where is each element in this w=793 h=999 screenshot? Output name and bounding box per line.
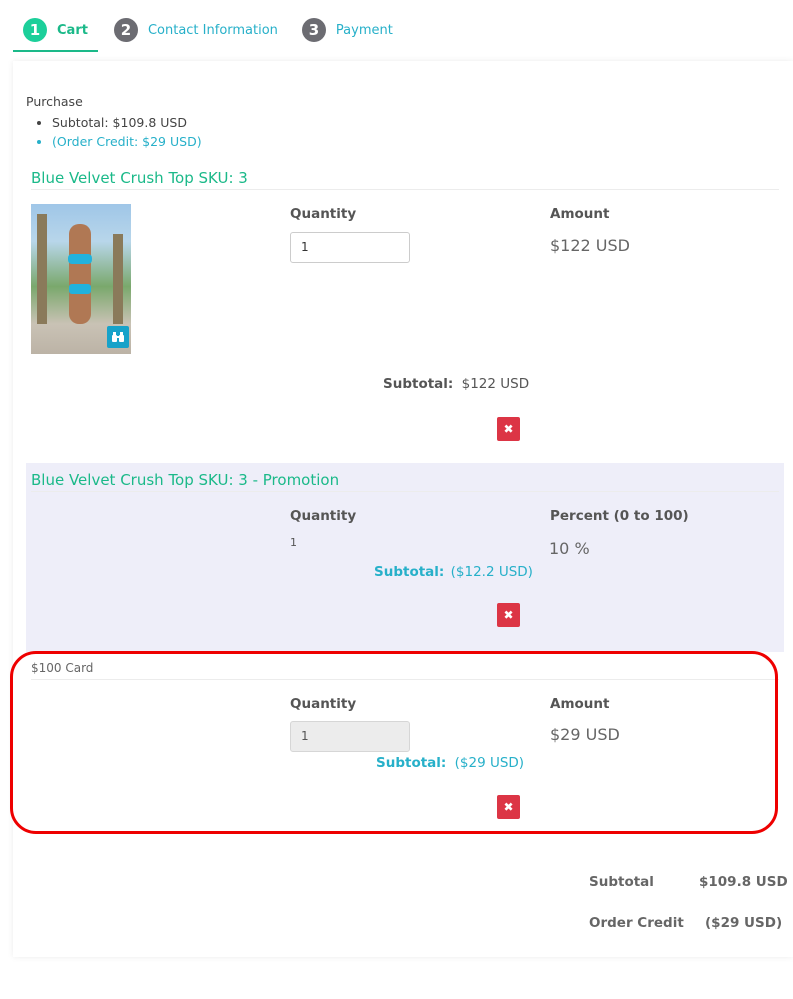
zoom-binoculars-icon[interactable] <box>107 326 129 348</box>
amount-label: Amount <box>550 206 610 222</box>
purchase-order-credit: (Order Credit: $29 USD) <box>52 132 202 151</box>
totals-subtotal-value: $109.8 USD <box>699 874 788 890</box>
model-figure <box>69 224 91 324</box>
remove-promotion-button[interactable]: ✖ <box>497 603 520 627</box>
x-icon: ✖ <box>503 608 514 622</box>
step-payment[interactable]: 3 Payment <box>292 18 403 50</box>
purchase-list: Subtotal: $109.8 USD (Order Credit: $29 … <box>52 113 202 151</box>
totals-credit-value: ($29 USD) <box>705 915 783 931</box>
subtotal-value: ($12.2 USD) <box>450 564 533 580</box>
quantity-label: Quantity <box>290 508 357 524</box>
percent-value: 10 % <box>549 539 590 558</box>
bikini-top <box>68 254 92 264</box>
purchase-summary: Purchase Subtotal: $109.8 USD (Order Cre… <box>26 94 202 151</box>
bikini-bottom <box>69 284 91 294</box>
purchase-heading: Purchase <box>26 94 83 109</box>
step-label-payment: Payment <box>335 22 393 38</box>
step-number-2: 2 <box>113 18 138 42</box>
item-subtotal: Subtotal: $122 USD <box>383 376 529 392</box>
step-label-contact: Contact Information <box>147 22 278 38</box>
x-icon: ✖ <box>503 422 514 436</box>
amount-value: $122 USD <box>550 236 630 255</box>
subtotal-label: Subtotal: <box>374 564 445 580</box>
item-subtotal: Subtotal: ($12.2 USD) <box>374 564 533 580</box>
cart-card: Purchase Subtotal: $109.8 USD (Order Cre… <box>10 61 793 957</box>
item-title: Blue Velvet Crush Top SKU: 3 - Promotion <box>31 471 779 492</box>
quantity-value: 1 <box>290 536 297 549</box>
totals-subtotal-label: Subtotal <box>589 874 654 890</box>
percent-label: Percent (0 to 100) <box>550 508 689 524</box>
highlight-annotation <box>10 651 778 834</box>
quantity-label: Quantity <box>290 206 357 222</box>
checkout-stepper: 1 Cart 2 Contact Information 3 Payment <box>13 18 407 52</box>
step-cart[interactable]: 1 Cart <box>13 18 98 52</box>
palm-trunk <box>37 214 47 324</box>
palm-trunk <box>113 234 123 324</box>
item-title: Blue Velvet Crush Top SKU: 3 <box>31 169 779 190</box>
subtotal-value: $122 USD <box>461 376 530 392</box>
totals-credit-label: Order Credit <box>589 915 684 931</box>
step-contact-information[interactable]: 2 Contact Information <box>104 18 288 50</box>
purchase-subtotal: Subtotal: $109.8 USD <box>52 113 202 132</box>
quantity-input[interactable]: 1 <box>290 232 410 263</box>
step-number-1: 1 <box>23 18 47 42</box>
remove-item-button[interactable]: ✖ <box>497 417 520 441</box>
step-number-3: 3 <box>301 18 326 42</box>
product-image[interactable] <box>31 204 131 354</box>
step-label-cart: Cart <box>57 22 88 38</box>
subtotal-label: Subtotal: <box>383 376 454 392</box>
